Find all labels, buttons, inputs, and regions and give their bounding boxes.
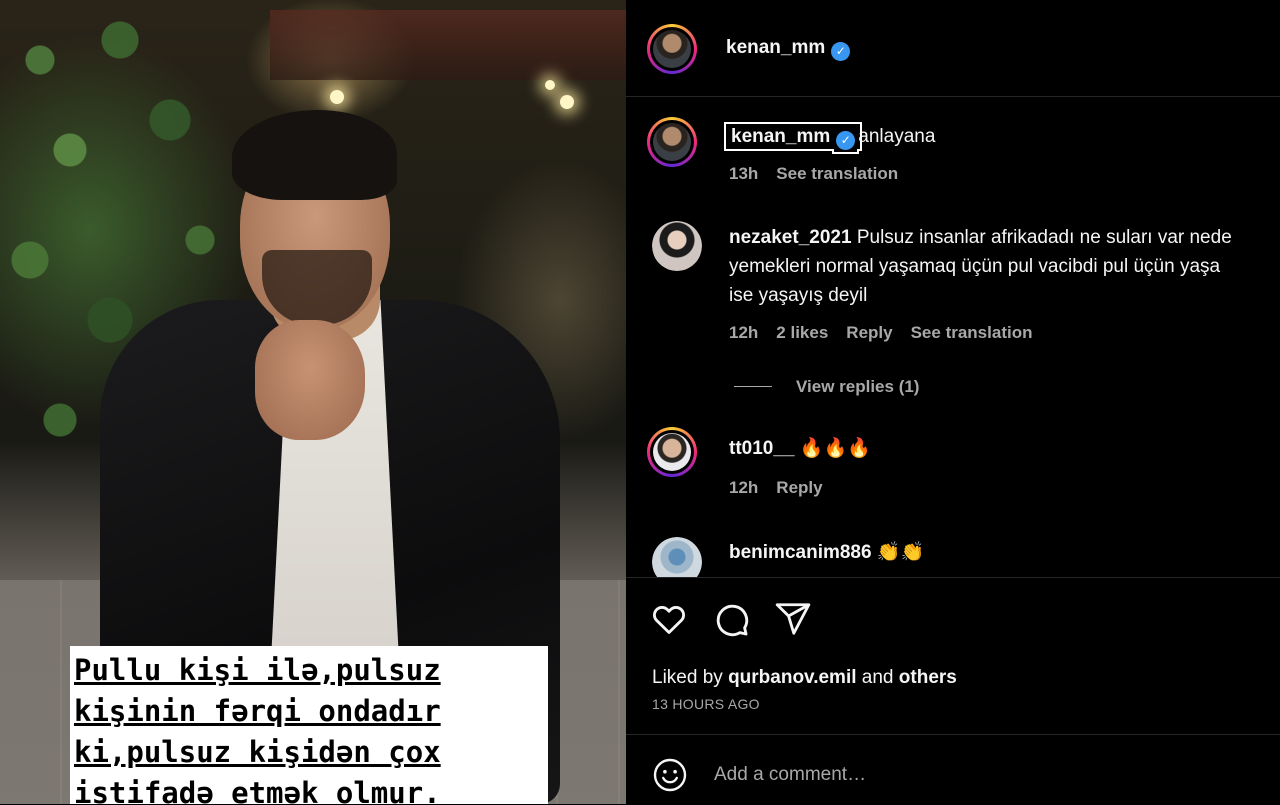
reply-button[interactable]: Reply [846,323,892,342]
comment-username[interactable]: tt010__ [729,438,795,459]
verified-badge-icon: ✓ [836,131,856,150]
comment-time: 12h [729,478,759,497]
likes-and: and [861,667,894,688]
background-light [545,80,555,90]
send-icon[interactable] [774,600,812,638]
comment-text: 🔥🔥🔥 [799,438,871,459]
comment-text: Pulsuz insanlar afrikadadı ne suları var… [856,227,1232,248]
caption-avatar[interactable] [647,117,697,167]
avatar-image [653,30,691,68]
replies-divider [734,386,772,387]
background-light [560,95,574,109]
likes-user-link[interactable]: qurbanov.emil [728,667,856,688]
comment-meta: 12h 2 likes Reply See translation [729,323,1050,343]
verified-badge-icon: ✓ [831,42,851,61]
comment-meta: 12h Reply [729,478,841,498]
caption-username[interactable]: kenan_mm [731,126,830,147]
overlay-line: istifadə etmək olmur. [74,776,441,804]
caption-time: 13h [729,164,759,183]
see-translation-link[interactable]: See translation [776,164,898,183]
avatar-image [652,537,702,577]
likes-summary: Liked by qurbanov.emil and others [652,667,957,689]
image-text-overlay: Pullu kişi ilə,pulsuz kişinin fərqi onda… [70,646,548,804]
caption: kenan_mm ✓ anlayana [723,122,936,151]
avatar-image [653,123,691,161]
likes-others-link[interactable]: others [899,667,957,688]
avatar-frame [650,120,694,164]
comment-composer [626,734,1280,805]
post-side-panel: kenan_mm ✓ kenan_mm ✓ anlayana 13h See trans… [626,0,1280,804]
heart-icon[interactable] [650,600,688,638]
see-translation-link[interactable]: See translation [911,323,1033,342]
view-replies-button[interactable]: View replies (1) [796,377,919,397]
post-header: kenan_mm ✓ [626,0,1280,97]
caption-text: anlayana [858,126,936,147]
avatar-frame [650,27,694,71]
avatar-frame [650,430,694,474]
comment-icon[interactable] [712,600,750,638]
post-image[interactable]: Pullu kişi ilə,pulsuz kişinin fərqi onda… [0,0,626,804]
avatar-frame [652,221,702,271]
comment-line: yemekleri normal yaşamaq üçün pul vacibd… [729,256,1221,277]
commenter-avatar[interactable] [652,221,702,271]
comment-line: ise yaşayış deyil [729,285,868,306]
background-light [330,90,344,104]
reply-button[interactable]: Reply [776,478,822,497]
comment-text: 👏👏 [876,542,925,563]
emoji-icon[interactable] [652,757,688,793]
comment-item: tt010__ 🔥🔥🔥 [729,434,871,463]
comment-username[interactable]: nezaket_2021 [729,227,852,248]
commenter-avatar[interactable] [652,537,702,577]
avatar-frame [652,537,702,577]
comment-input[interactable] [712,757,1256,793]
avatar-image [653,433,691,471]
caption-username-box[interactable]: kenan_mm ✓ [723,122,863,151]
person-hair [232,110,397,200]
comment-likes[interactable]: 2 likes [776,323,828,342]
author-username[interactable]: kenan_mm [726,37,825,58]
post-timestamp[interactable]: 13 HOURS AGO [652,696,760,712]
comment-item: benimcanim886 👏👏 [729,538,924,567]
comment-line: nezaket_2021 Pulsuz insanlar afrikadadı … [729,223,1280,252]
avatar-image [652,221,702,271]
author-avatar[interactable] [647,24,697,74]
person-hand [255,320,365,440]
overlay-line: ki,pulsuz kişidən çox [74,735,441,769]
caption-meta: 13h See translation [729,164,916,184]
comment-username[interactable]: benimcanim886 [729,542,872,563]
overlay-line: kişinin fərqi ondadır [74,694,441,728]
background-building [270,10,626,80]
commenter-avatar[interactable] [647,427,697,477]
likes-prefix: Liked by [652,667,723,688]
comment-time: 12h [729,323,759,342]
header-author: kenan_mm ✓ [726,37,851,61]
section-divider [626,577,1280,578]
comment-clip: benimcanim886 👏👏 [626,530,1280,577]
comment-item: nezaket_2021 Pulsuz insanlar afrikadadı … [729,223,1280,310]
overlay-line: Pullu kişi ilə,pulsuz [74,653,441,687]
